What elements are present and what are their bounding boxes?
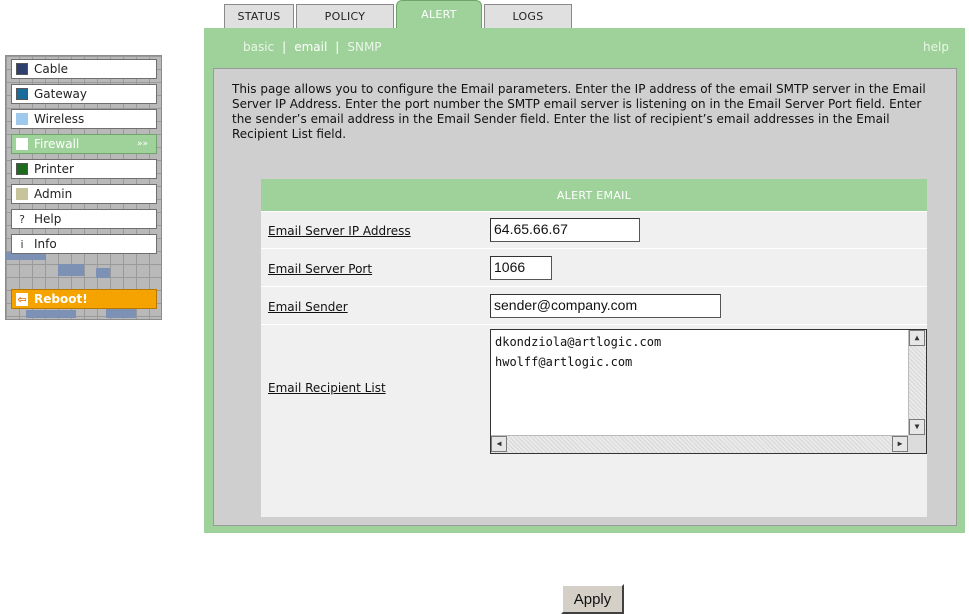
cable-icon	[16, 63, 28, 75]
scroll-down-icon[interactable]: ▼	[909, 419, 925, 435]
back-arrow-icon: ⇦	[16, 292, 28, 306]
content-area: This page allows you to configure the Em…	[213, 68, 957, 614]
sidebar-item-cable[interactable]: Cable	[11, 59, 157, 79]
sidebar-item-label: Help	[34, 212, 62, 226]
reboot-label: Reboot!	[34, 292, 88, 306]
server-ip-row: Email Server IP Address 64.65.66.67	[261, 211, 927, 248]
scroll-right-icon[interactable]: ▶	[892, 436, 908, 452]
scroll-up-icon[interactable]: ▲	[909, 330, 925, 346]
subnav-separator: |	[335, 40, 340, 54]
alert-email-form: ALERT EMAIL Email Server IP Address 64.6…	[261, 179, 927, 614]
sidebar: Cable Gateway Wireless Firewall »» Print…	[5, 55, 162, 320]
tab-alert[interactable]: ALERT	[396, 0, 482, 28]
sender-label: Email Sender	[268, 300, 348, 314]
server-port-label: Email Server Port	[268, 262, 373, 276]
recipients-textarea[interactable]: dkondziola@artlogic.com hwolff@artlogic.…	[490, 329, 927, 454]
sidebar-item-label: Admin	[34, 187, 73, 201]
scroll-left-icon[interactable]: ◀	[491, 436, 507, 452]
apply-button[interactable]: Apply	[561, 584, 624, 614]
tab-status[interactable]: STATUS	[224, 4, 294, 28]
sidebar-item-label: Gateway	[34, 87, 88, 101]
recipient-line: hwolff@artlogic.com	[495, 355, 633, 369]
subnav-separator: |	[282, 40, 287, 54]
sidebar-item-gateway[interactable]: Gateway	[11, 84, 157, 104]
server-ip-input[interactable]: 64.65.66.67	[490, 218, 640, 242]
form-title: ALERT EMAIL	[261, 179, 927, 211]
sidebar-item-info[interactable]: i Info	[11, 234, 157, 254]
help-link[interactable]: help	[923, 40, 949, 54]
horizontal-scrollbar[interactable]: ◀ ▶	[491, 435, 908, 453]
subnav-email[interactable]: email	[294, 40, 327, 54]
admin-icon	[16, 188, 28, 200]
tab-logs[interactable]: LOGS	[484, 4, 572, 28]
subnav-snmp[interactable]: SNMP	[347, 40, 381, 54]
gateway-icon	[16, 88, 28, 100]
top-tabs: STATUS POLICY ALERT LOGS	[224, 0, 574, 28]
main-panel: basic | email | SNMP help This page allo…	[204, 28, 965, 614]
intro-text: This page allows you to configure the Em…	[232, 82, 926, 141]
sidebar-item-printer[interactable]: Printer	[11, 159, 157, 179]
printer-icon	[16, 163, 28, 175]
server-ip-label: Email Server IP Address	[268, 224, 411, 238]
info-icon: i	[20, 237, 24, 251]
firewall-icon	[16, 138, 28, 150]
sender-row: Email Sender sender@company.com	[261, 286, 927, 324]
subnav-basic[interactable]: basic	[243, 40, 274, 54]
scrollbar-corner	[908, 435, 926, 453]
reboot-button[interactable]: ⇦ Reboot!	[11, 289, 157, 309]
server-port-input[interactable]: 1066	[490, 256, 552, 280]
sidebar-item-wireless[interactable]: Wireless	[11, 109, 157, 129]
tab-policy[interactable]: POLICY	[296, 4, 394, 28]
recipients-label: Email Recipient List	[268, 381, 386, 395]
sidebar-item-help[interactable]: ? Help	[11, 209, 157, 229]
server-port-row: Email Server Port 1066	[261, 248, 927, 286]
sidebar-item-label: Info	[34, 237, 57, 251]
recipient-line: dkondziola@artlogic.com	[495, 335, 662, 349]
sidebar-item-firewall[interactable]: Firewall »»	[11, 134, 157, 154]
wireless-icon	[16, 113, 28, 125]
sender-input[interactable]: sender@company.com	[490, 294, 721, 318]
sidebar-item-label: Cable	[34, 62, 69, 76]
help-icon: ?	[19, 212, 25, 226]
sidebar-item-label: Firewall	[34, 137, 80, 151]
sub-navigation: basic | email | SNMP	[243, 40, 382, 54]
sidebar-item-label: Printer	[34, 162, 74, 176]
recipients-row: Email Recipient List dkondziola@artlogic…	[261, 324, 927, 456]
chevrons-right-icon: »»	[136, 139, 148, 149]
sidebar-item-admin[interactable]: Admin	[11, 184, 157, 204]
vertical-scrollbar[interactable]: ▲ ▼	[908, 330, 926, 435]
sidebar-item-label: Wireless	[34, 112, 85, 126]
